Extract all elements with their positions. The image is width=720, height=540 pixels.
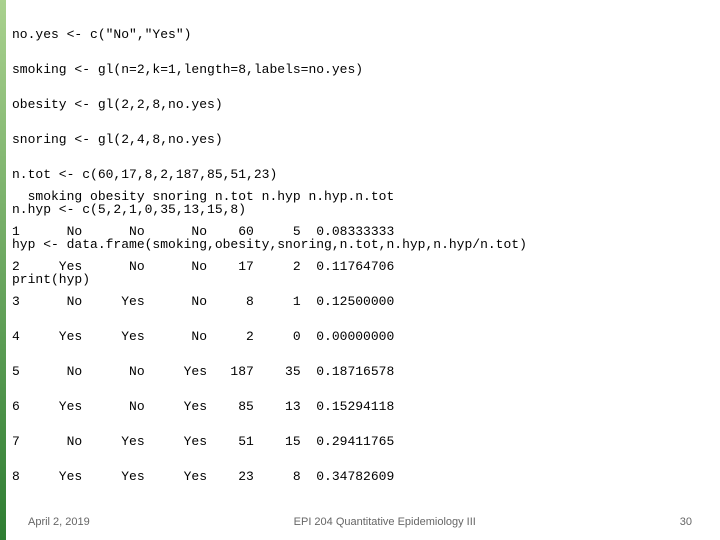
table-header-row: smoking obesity snoring n.tot n.hyp n.hy… [12,188,394,206]
footer-page-number: 30 [680,516,692,528]
table-row: 2 Yes No No 17 2 0.11764706 [12,258,394,276]
side-gradient-bar [0,0,6,540]
code-line: no.yes <- c("No","Yes") [12,26,527,44]
table-row: 7 No Yes Yes 51 15 0.29411765 [12,433,394,451]
code-line: snoring <- gl(2,4,8,no.yes) [12,131,527,149]
footer-title: EPI 204 Quantitative Epidemiology III [294,516,476,528]
table-row: 8 Yes Yes Yes 23 8 0.34782609 [12,468,394,486]
table-row: 5 No No Yes 187 35 0.18716578 [12,363,394,381]
slide-footer: April 2, 2019 EPI 204 Quantitative Epide… [0,516,720,528]
code-line: smoking <- gl(n=2,k=1,length=8,labels=no… [12,61,527,79]
table-row: 4 Yes Yes No 2 0 0.00000000 [12,328,394,346]
table-row: 6 Yes No Yes 85 13 0.15294118 [12,398,394,416]
r-output-table: smoking obesity snoring n.tot n.hyp n.hy… [12,170,394,503]
table-row: 3 No Yes No 8 1 0.12500000 [12,293,394,311]
table-row: 1 No No No 60 5 0.08333333 [12,223,394,241]
footer-date: April 2, 2019 [28,516,90,528]
code-line: obesity <- gl(2,2,8,no.yes) [12,96,527,114]
